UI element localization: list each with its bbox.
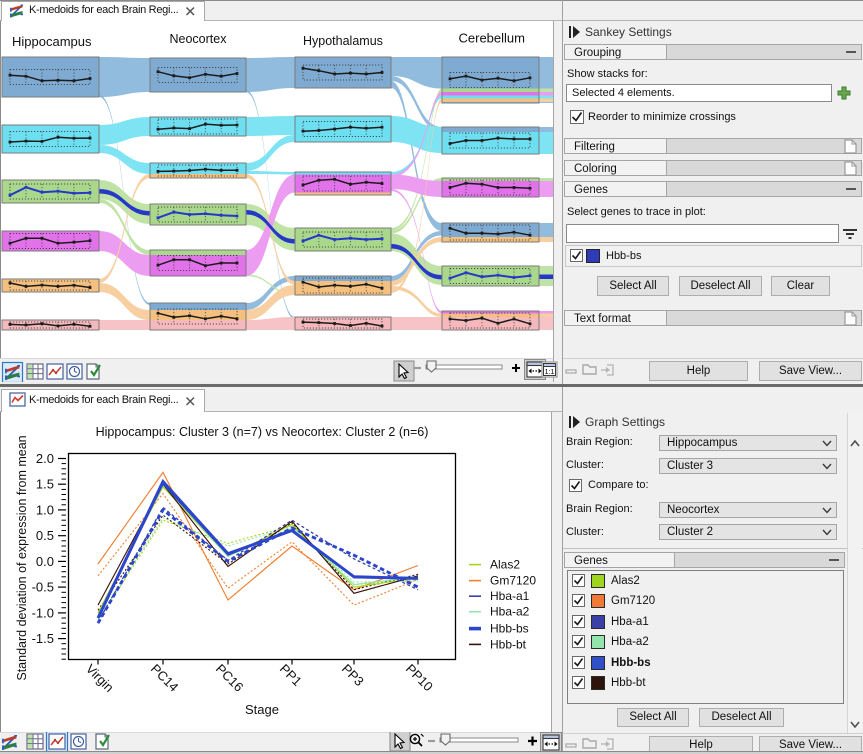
svg-text:-0.5: -0.5 — [32, 580, 54, 595]
svg-text:Hippocampus: Hippocampus — [12, 34, 92, 49]
svg-text:Virgin: Virgin — [83, 661, 117, 695]
svg-text:0.5: 0.5 — [36, 528, 54, 543]
svg-text:1.0: 1.0 — [36, 502, 54, 517]
svg-text:-1.5: -1.5 — [32, 631, 54, 646]
svg-text:PP3: PP3 — [339, 661, 367, 689]
svg-text:Gm7120: Gm7120 — [490, 574, 536, 588]
svg-text:PP1: PP1 — [277, 661, 305, 689]
svg-text:PC14: PC14 — [148, 661, 182, 695]
svg-text:PC16: PC16 — [213, 661, 247, 695]
svg-text:Hba-a2: Hba-a2 — [490, 605, 530, 619]
svg-text:Hba-a1: Hba-a1 — [490, 589, 530, 603]
svg-text:PP10: PP10 — [403, 661, 436, 694]
svg-text:1.5: 1.5 — [36, 477, 54, 492]
svg-text:0.0: 0.0 — [36, 554, 54, 569]
svg-text:Alas2: Alas2 — [490, 558, 520, 572]
svg-text:Neocortex: Neocortex — [170, 32, 228, 46]
svg-text:Hippocampus: Cluster 3 (n=7) v: Hippocampus: Cluster 3 (n=7) vs Neocorte… — [96, 425, 429, 439]
svg-text:Hbb-bt: Hbb-bt — [490, 637, 527, 651]
svg-text:-1.0: -1.0 — [32, 605, 54, 620]
svg-text:Standard deviation of expressi: Standard deviation of expression from me… — [15, 435, 29, 680]
svg-text:2.0: 2.0 — [36, 451, 54, 466]
svg-text:1:1: 1:1 — [545, 369, 555, 376]
svg-text:Hypothalamus: Hypothalamus — [303, 34, 383, 48]
svg-text:Stage: Stage — [245, 702, 279, 717]
svg-text:Cerebellum: Cerebellum — [459, 31, 525, 46]
svg-text:Hbb-bs: Hbb-bs — [490, 622, 529, 636]
